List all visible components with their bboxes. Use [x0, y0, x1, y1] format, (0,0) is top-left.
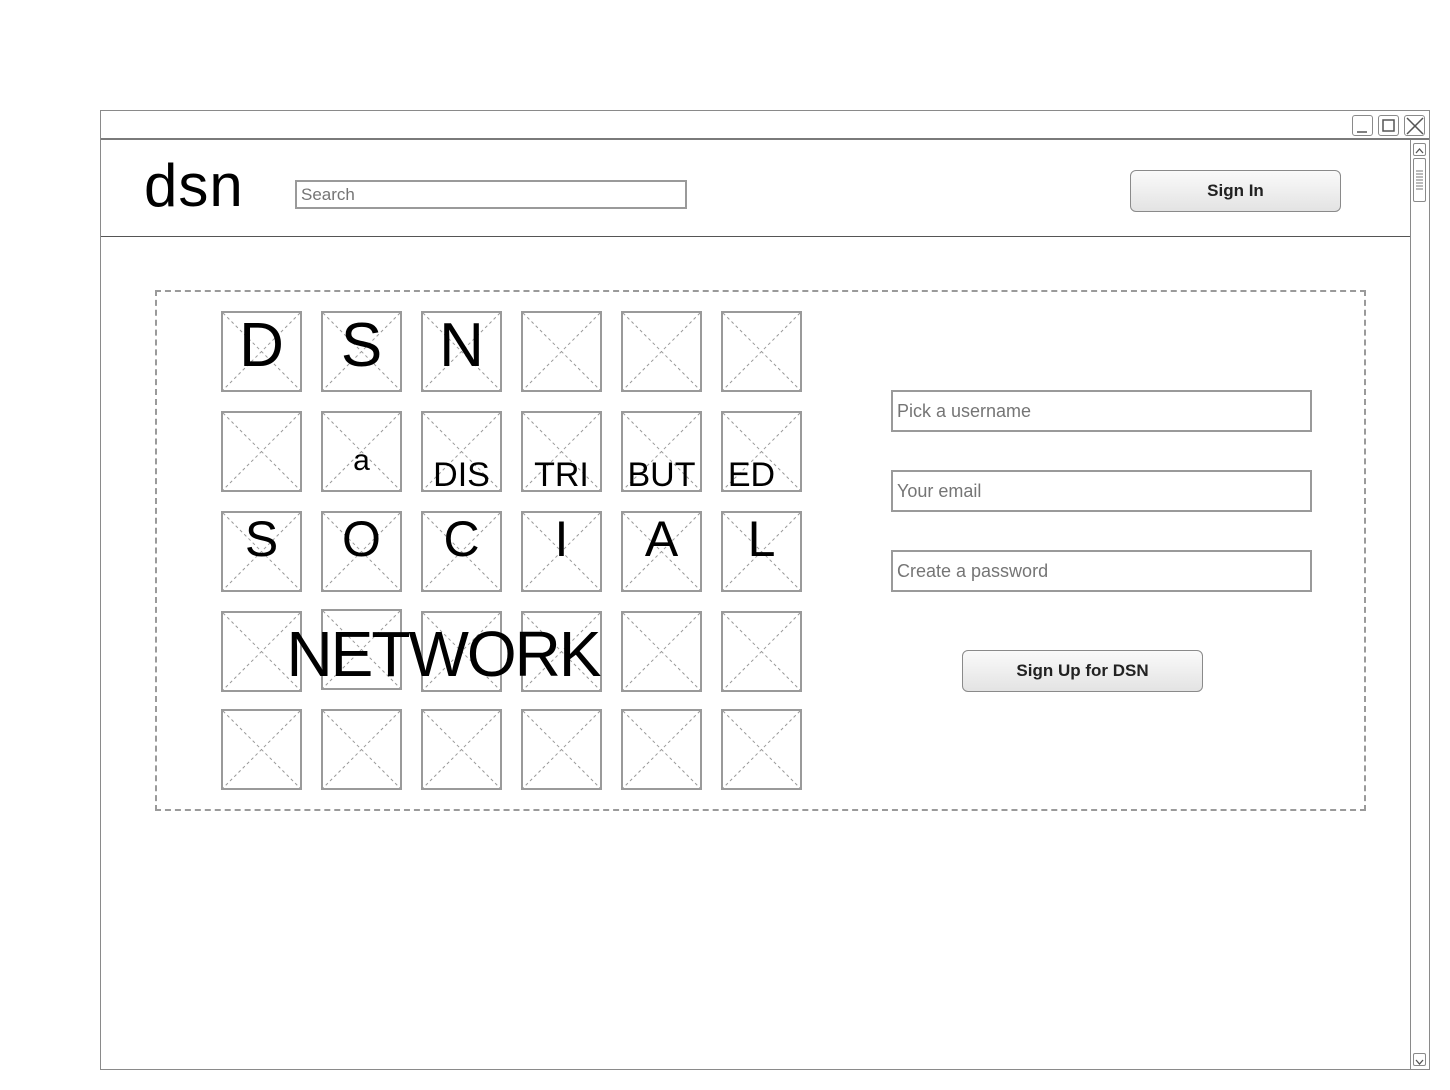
- scroll-thumb[interactable]: [1413, 158, 1426, 202]
- placeholder-image: [221, 709, 302, 790]
- placeholder-image: [421, 709, 502, 790]
- placeholder-image: [521, 709, 602, 790]
- placeholder-image: [621, 311, 702, 392]
- scroll-down-icon[interactable]: [1413, 1053, 1426, 1066]
- site-header: dsn Sign In: [101, 140, 1412, 237]
- placeholder-image: [621, 611, 702, 692]
- email-field[interactable]: [891, 470, 1312, 512]
- scroll-up-icon[interactable]: [1413, 143, 1426, 156]
- placeholder-image: [221, 411, 302, 492]
- letter-s: S: [340, 311, 383, 380]
- search-input[interactable]: [295, 180, 687, 209]
- hero-panel: D S N a DIS TRI BUT ED S O C I A L NETWO…: [155, 290, 1366, 811]
- sign-in-button[interactable]: Sign In: [1130, 170, 1341, 212]
- letter-d: D: [239, 311, 284, 380]
- placeholder-image: [721, 709, 802, 790]
- syllable-dis: DIS: [433, 456, 490, 494]
- placeholder-image: [721, 311, 802, 392]
- vertical-scrollbar[interactable]: [1410, 140, 1429, 1069]
- placeholder-image: [721, 611, 802, 692]
- syllable-tri: TRI: [534, 456, 589, 494]
- placeholder-image: [621, 709, 702, 790]
- letter-n: N: [439, 311, 484, 380]
- letter-a-small: a: [353, 444, 370, 477]
- letter-i: I: [554, 511, 569, 567]
- placeholder-image: [521, 311, 602, 392]
- placeholder-image: [321, 709, 402, 790]
- letter-a: A: [644, 511, 679, 567]
- maximize-icon[interactable]: [1378, 115, 1399, 136]
- letter-c: C: [443, 511, 480, 567]
- title-bar: [101, 111, 1429, 140]
- letter-l: L: [747, 511, 776, 567]
- username-field[interactable]: [891, 390, 1312, 432]
- close-icon[interactable]: [1404, 115, 1425, 136]
- browser-window: dsn Sign In D S N a DIS TRI BUT: [100, 110, 1430, 1070]
- sign-up-button[interactable]: Sign Up for DSN: [962, 650, 1203, 692]
- minimize-icon[interactable]: [1352, 115, 1373, 136]
- letter-s2: S: [244, 511, 279, 567]
- logo[interactable]: dsn: [144, 150, 244, 222]
- syllable-but: BUT: [627, 456, 696, 494]
- word-network: NETWORK: [286, 618, 601, 690]
- letter-o: O: [342, 511, 381, 567]
- syllable-ed: ED: [727, 456, 776, 494]
- password-field[interactable]: [891, 550, 1312, 592]
